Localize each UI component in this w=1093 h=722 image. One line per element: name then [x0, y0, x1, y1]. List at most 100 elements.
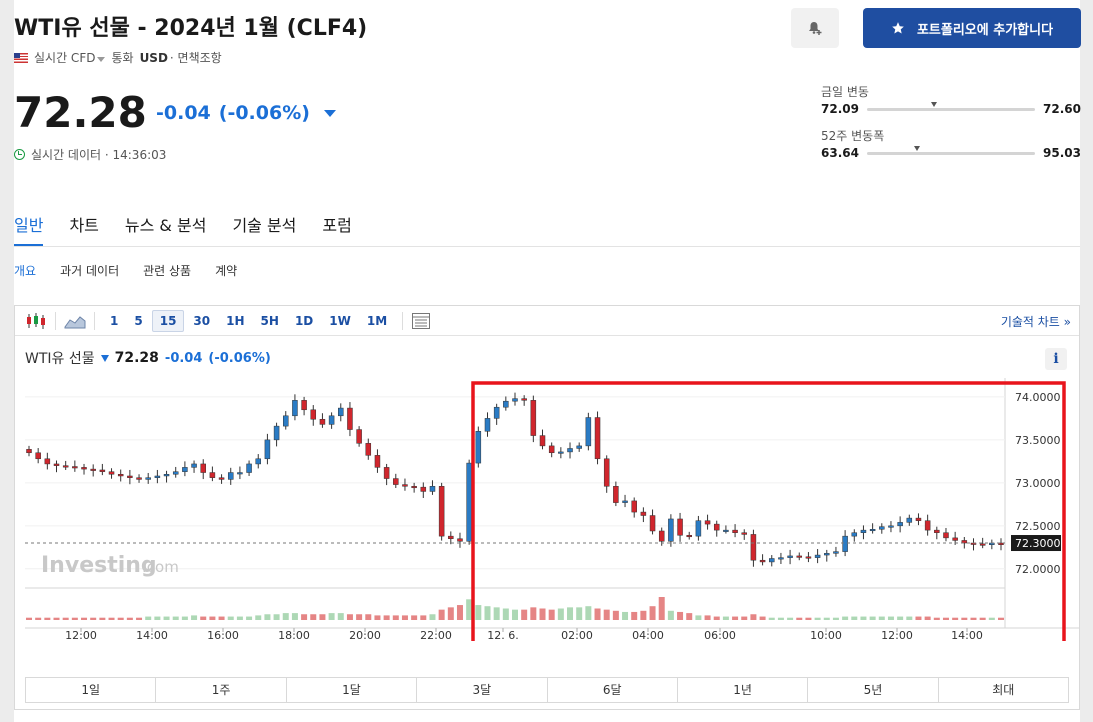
period-button[interactable]: 3달 [417, 678, 548, 702]
tab-technical[interactable]: 기술 분석 [232, 212, 296, 247]
interval-5h[interactable]: 5H [254, 310, 286, 332]
volume-bar [172, 616, 179, 620]
period-button[interactable]: 1주 [156, 678, 287, 702]
volume-bar [126, 617, 133, 620]
candle-body [283, 415, 289, 427]
period-button[interactable]: 6달 [548, 678, 678, 702]
candle-body [154, 475, 161, 478]
volume-bar [805, 617, 812, 620]
tab-divider [14, 246, 1080, 247]
candlestick-type-icon[interactable] [25, 312, 47, 330]
interval-1m[interactable]: 1M [360, 310, 394, 332]
volume-bar [246, 616, 253, 620]
candle-body [759, 559, 766, 563]
candle-body [924, 520, 931, 531]
candle-body [539, 435, 546, 447]
source-dropdown[interactable]: 실시간 CFD [34, 49, 106, 66]
subtab-related[interactable]: 관련 상품 [143, 262, 191, 279]
volume-bar [594, 608, 601, 620]
period-button[interactable]: 1년 [678, 678, 809, 702]
x-tick-label: 02:00 [561, 629, 593, 641]
volume-bar [933, 617, 940, 620]
candle-body [292, 400, 298, 417]
candle-body [338, 407, 344, 417]
candle-body [979, 543, 986, 546]
candle-body [769, 558, 775, 563]
bell-plus-icon [809, 22, 822, 35]
period-button[interactable]: 1달 [287, 678, 418, 702]
candle-body [915, 517, 922, 521]
chart-panel: 1 5 15 30 1H 5H 1D 1W 1M 기술적 차트 » WTI유 선물 72.28 … [14, 305, 1080, 710]
tab-forum[interactable]: 포럼 [322, 212, 351, 247]
volume-bar [814, 617, 821, 620]
candle-body [475, 431, 482, 464]
interval-30[interactable]: 30 [186, 310, 217, 332]
volume-bar [227, 616, 234, 620]
candle-body [796, 555, 803, 558]
candle-body [778, 557, 784, 560]
candle-body [246, 463, 252, 473]
volume-bar [787, 617, 794, 620]
candle-body [732, 529, 738, 533]
tab-chart[interactable]: 차트 [69, 212, 98, 247]
volume-bar [154, 616, 161, 620]
volume-bar [337, 613, 344, 620]
price-chart[interactable]: Investing .com 74.0000 73.5000 73.0000 72.5… [15, 376, 1079, 641]
period-button[interactable]: 5년 [808, 678, 939, 702]
candle-body [521, 398, 527, 401]
candle-body [255, 458, 261, 465]
volume-bar [713, 616, 720, 620]
volume-bar [181, 616, 188, 620]
candle-body [677, 518, 683, 536]
current-price-label: 72.3000 [1015, 537, 1061, 550]
interval-5[interactable]: 5 [127, 310, 149, 332]
x-tick-label: 18:00 [278, 629, 310, 641]
area-chart-icon[interactable] [64, 312, 86, 330]
tab-news[interactable]: 뉴스 & 분석 [125, 212, 207, 247]
day-range-bar [866, 101, 1036, 111]
table-view-icon[interactable] [411, 312, 431, 330]
interval-15[interactable]: 15 [151, 309, 185, 332]
add-to-portfolio-button[interactable]: 포트폴리오에 추가합니다 [863, 8, 1081, 48]
chart-toolbar: 1 5 15 30 1H 5H 1D 1W 1M 기술적 차트 » [15, 306, 1079, 336]
interval-1w[interactable]: 1W [322, 310, 358, 332]
period-button[interactable]: 1일 [26, 678, 157, 702]
candle-body [814, 554, 821, 558]
candle-body [558, 451, 564, 454]
volume-bar [346, 614, 353, 620]
toolbar-separator [402, 311, 404, 330]
alert-button[interactable] [791, 8, 839, 48]
volume-bar [741, 616, 748, 620]
volume-bar [493, 607, 500, 620]
interval-1h[interactable]: 1H [219, 310, 251, 332]
day-range-low: 72.09 [821, 102, 859, 116]
star-icon [892, 22, 904, 34]
volume-bar [942, 617, 949, 620]
toolbar-separator [94, 311, 95, 330]
volume-bar [906, 616, 913, 620]
clock-icon [14, 149, 25, 160]
interval-1[interactable]: 1 [103, 310, 125, 332]
technical-chart-link[interactable]: 기술적 차트 » [1001, 313, 1071, 330]
volume-bar [163, 616, 170, 620]
info-icon[interactable]: i [1045, 348, 1067, 370]
volume-bar [71, 617, 78, 620]
x-tick-label: 14:00 [951, 629, 983, 641]
tab-general[interactable]: 일반 [14, 212, 44, 247]
volume-bar [832, 617, 839, 620]
candlesticks [26, 392, 1004, 567]
interval-1d[interactable]: 1D [288, 310, 320, 332]
disclaimer-link[interactable]: · 면책조항 [170, 49, 222, 66]
subtab-history[interactable]: 과거 데이터 [60, 262, 119, 279]
subtab-contract[interactable]: 계약 [215, 262, 237, 279]
candle-body [264, 439, 271, 460]
y-tick-label: 73.0000 [1015, 477, 1061, 490]
candle-body [713, 523, 720, 531]
volume-bar [851, 616, 858, 620]
candle-body [952, 537, 958, 541]
subtab-overview[interactable]: 개요 [14, 262, 36, 279]
period-button[interactable]: 최대 [939, 678, 1068, 702]
volume-bar [667, 610, 674, 620]
volume-bar [200, 616, 207, 620]
x-tick-label: 12:00 [65, 629, 97, 641]
